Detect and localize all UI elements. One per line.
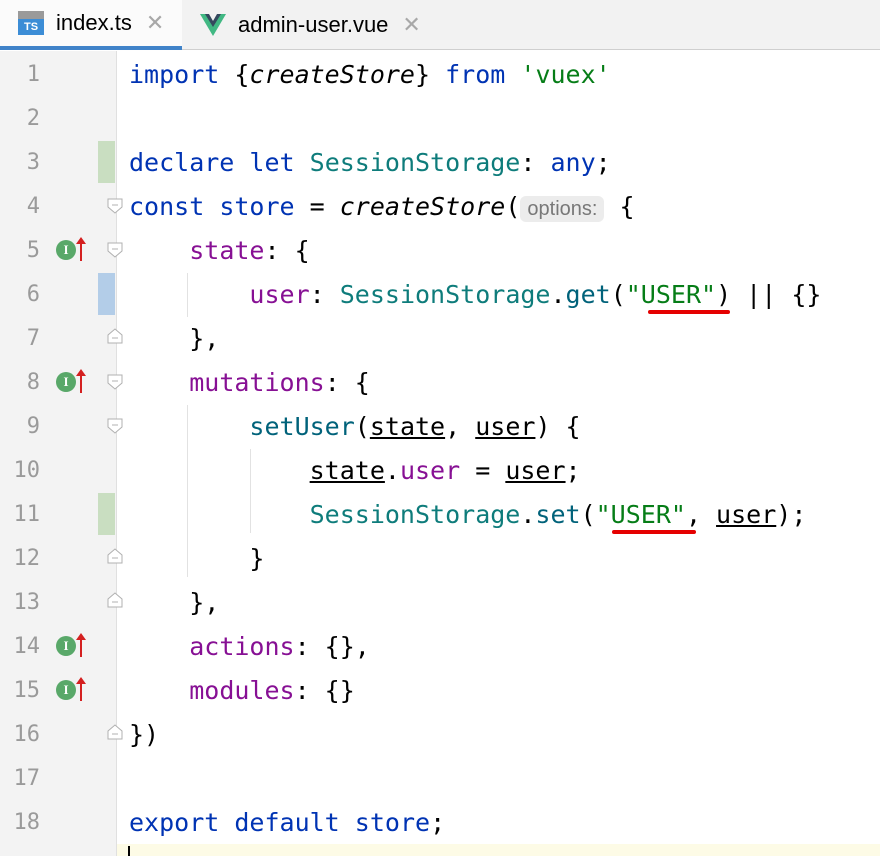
gutter-modified-marker[interactable] [98,273,115,315]
gutter-added-marker[interactable] [98,493,115,535]
gutter-added-marker[interactable] [98,141,115,183]
code-line-7[interactable]: }, [129,317,219,361]
code-line-15[interactable]: modules: {} [129,669,355,713]
line-number: 9 [26,414,40,439]
annotation-underline [648,310,730,314]
tab-label: index.ts [56,10,132,35]
code-line-4[interactable]: const store = createStore(options: { [129,185,635,231]
code-line-9[interactable]: setUser(state, user) { [129,405,580,449]
code-line-3[interactable]: declare let SessionStorage: any; [129,141,611,185]
implements-badge-icon[interactable]: I [56,240,76,260]
line-number: 3 [26,150,40,175]
line-number: 16 [13,722,41,747]
code-line-16[interactable]: }) [129,713,159,757]
vue-file-icon [200,14,226,36]
line-number: 7 [26,326,40,351]
line-number: 10 [13,458,41,483]
implements-badge-icon[interactable]: I [56,636,76,656]
line-number: 6 [26,282,40,307]
fold-open-icon[interactable] [107,374,123,390]
typescript-file-icon: TS [18,11,44,35]
code-line-1[interactable]: import {createStore} from 'vuex' [129,53,611,97]
navigate-up-arrow-icon[interactable] [76,369,86,393]
text-caret [128,846,130,856]
navigate-up-arrow-icon[interactable] [76,677,86,701]
implements-badge-icon[interactable]: I [56,372,76,392]
current-line-highlight [117,844,880,856]
line-number: 2 [26,106,40,131]
line-number: 11 [13,502,41,527]
code-line-18[interactable]: export default store; [129,801,445,845]
editor-tab-bar: TS index.ts ✕ admin-user.vue ✕ [0,0,880,50]
navigate-up-arrow-icon[interactable] [76,633,86,657]
code-line-12[interactable]: } [129,537,264,581]
line-number: 8 [26,370,40,395]
code-line-11[interactable]: SessionStorage.set("USER", user); [129,493,807,537]
line-number: 12 [13,546,41,571]
implements-badge-icon[interactable]: I [56,680,76,700]
close-icon[interactable]: ✕ [402,12,420,38]
code-line-13[interactable]: }, [129,581,219,625]
parameter-hint: options: [520,196,605,222]
code-line-14[interactable]: actions: {}, [129,625,370,669]
tab-index-ts[interactable]: TS index.ts ✕ [0,0,182,50]
fold-close-icon[interactable] [107,724,123,740]
close-icon[interactable]: ✕ [146,10,164,36]
line-number: 14 [13,634,41,659]
fold-close-icon[interactable] [107,548,123,564]
tab-admin-user-vue[interactable]: admin-user.vue ✕ [182,0,442,50]
line-number: 1 [26,62,40,87]
fold-close-icon[interactable] [107,592,123,608]
code-line-8[interactable]: mutations: { [129,361,370,405]
code-line-5[interactable]: state: { [129,229,309,273]
fold-open-icon[interactable] [107,198,123,214]
line-number: 4 [26,194,40,219]
tab-label: admin-user.vue [238,12,389,37]
line-number: 15 [13,678,41,703]
fold-close-icon[interactable] [107,328,123,344]
annotation-underline [612,530,696,534]
line-number: 5 [26,238,40,263]
line-number: 13 [13,590,41,615]
navigate-up-arrow-icon[interactable] [76,237,86,261]
line-number: 17 [13,766,41,791]
line-number: 18 [13,810,41,835]
code-line-10[interactable]: state.user = user; [129,449,581,493]
fold-open-icon[interactable] [107,242,123,258]
fold-open-icon[interactable] [107,418,123,434]
